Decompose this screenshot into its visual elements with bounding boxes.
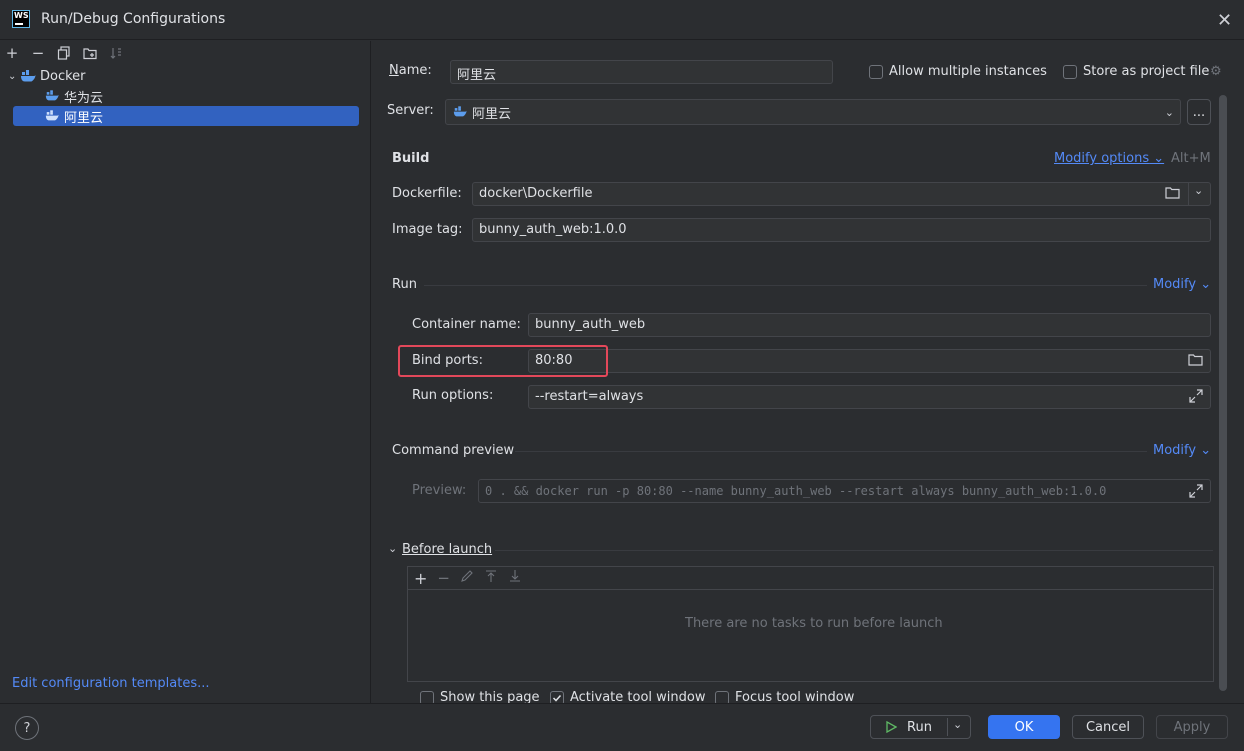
tree-item-aliyun[interactable]: 阿里云 — [0, 106, 371, 126]
allow-multiple-label[interactable]: Allow multiple instances — [889, 64, 1047, 79]
chevron-down-icon: ⌄ — [1164, 105, 1174, 119]
copy-icon[interactable] — [56, 45, 72, 61]
new-folder-icon[interactable] — [82, 45, 98, 61]
server-label: Server: — [387, 103, 434, 118]
chevron-down-icon[interactable]: ⌄ — [953, 718, 962, 731]
empty-tasks-message: There are no tasks to run before launch — [685, 616, 943, 631]
tree-node-docker[interactable]: ⌄ Docker — [0, 66, 371, 86]
ok-button[interactable]: OK — [988, 715, 1060, 739]
folder-icon[interactable] — [1188, 353, 1203, 370]
run-play-icon — [886, 721, 897, 733]
store-as-project-checkbox[interactable] — [1063, 65, 1077, 83]
remove-icon[interactable]: − — [30, 44, 46, 62]
run-options-input[interactable]: --restart=always — [528, 385, 1211, 409]
window-title: Run/Debug Configurations — [41, 11, 226, 27]
build-section-title: Build — [392, 151, 430, 166]
modify-run-link[interactable]: Modify ⌄ — [1153, 277, 1211, 292]
separator — [424, 285, 1147, 286]
modify-options-shortcut: Alt+M — [1171, 151, 1211, 166]
close-icon[interactable]: ✕ — [1217, 10, 1232, 31]
run-section-title: Run — [392, 277, 417, 292]
docker-icon — [20, 69, 36, 83]
command-preview-title: Command preview — [392, 443, 515, 458]
remove-icon[interactable]: − — [437, 569, 450, 587]
edit-icon[interactable] — [460, 569, 474, 587]
store-as-project-label[interactable]: Store as project file — [1083, 64, 1209, 79]
before-launch-title[interactable]: Before launch — [402, 542, 492, 557]
dockerfile-label: Dockerfile: — [392, 186, 462, 201]
sort-icon[interactable] — [108, 45, 124, 61]
run-button[interactable]: Run ⌄ — [870, 715, 971, 739]
highlight-annotation-box — [398, 345, 608, 377]
image-tag-label: Image tag: — [392, 222, 463, 237]
image-tag-input[interactable]: bunny_auth_web:1.0.0 — [472, 218, 1211, 242]
chevron-down-icon[interactable]: ⌄ — [1194, 184, 1203, 197]
tree-item-label: 阿里云 — [64, 110, 104, 126]
docker-icon — [44, 109, 60, 123]
dockerfile-input[interactable]: docker\Dockerfile — [472, 182, 1211, 206]
help-button[interactable]: ? — [15, 716, 39, 740]
docker-icon — [452, 105, 468, 119]
run-button-label: Run — [907, 719, 932, 735]
tree-item-huaweiyun[interactable]: 华为云 — [0, 86, 371, 106]
expand-icon[interactable] — [1189, 389, 1203, 407]
tree-node-label: Docker — [40, 68, 86, 84]
preview-label: Preview: — [412, 483, 467, 498]
modify-preview-link[interactable]: Modify ⌄ — [1153, 443, 1211, 458]
bind-ports-input[interactable]: 80:80 — [528, 349, 1211, 373]
chevron-down-icon[interactable]: ⌄ — [388, 542, 397, 555]
add-icon[interactable]: + — [414, 569, 427, 588]
task-toolbar: + − — [408, 567, 1213, 590]
tree-item-label: 华为云 — [64, 90, 104, 106]
expand-icon[interactable] — [1189, 484, 1203, 502]
separator — [495, 550, 1213, 551]
folder-icon[interactable] — [1165, 186, 1180, 203]
run-options-label: Run options: — [412, 388, 494, 403]
vertical-scrollbar[interactable] — [1219, 95, 1227, 691]
split-divider — [947, 718, 948, 736]
modify-options-link[interactable]: Modify options ⌄ — [1054, 151, 1164, 166]
cancel-button[interactable]: Cancel — [1072, 715, 1144, 739]
field-divider — [1188, 183, 1189, 205]
move-down-icon[interactable] — [508, 569, 522, 587]
name-label: Name: — [389, 63, 432, 78]
edit-configuration-templates-link[interactable]: Edit configuration templates... — [12, 676, 210, 691]
container-name-input[interactable]: bunny_auth_web — [528, 313, 1211, 337]
name-input[interactable]: 阿里云 — [450, 60, 833, 84]
container-name-label: Container name: — [412, 317, 521, 332]
docker-icon — [44, 89, 60, 103]
server-more-button[interactable]: ... — [1187, 99, 1211, 125]
server-select-value: 阿里云 — [472, 106, 512, 122]
apply-button[interactable]: Apply — [1156, 715, 1228, 739]
webstorm-app-icon: WS — [12, 10, 30, 28]
move-up-icon[interactable] — [484, 569, 498, 587]
gear-icon[interactable]: ⚙ — [1210, 64, 1222, 79]
server-select[interactable]: 阿里云 ⌄ — [445, 99, 1181, 125]
add-icon[interactable]: + — [4, 44, 20, 62]
tree-toolbar: + − — [4, 44, 124, 62]
separator — [515, 451, 1147, 452]
allow-multiple-checkbox[interactable] — [869, 65, 883, 83]
configurations-tree-pane — [0, 41, 371, 703]
preview-field: 0 . && docker run -p 80:80 --name bunny_… — [478, 479, 1211, 503]
chevron-down-icon[interactable]: ⌄ — [8, 71, 20, 82]
